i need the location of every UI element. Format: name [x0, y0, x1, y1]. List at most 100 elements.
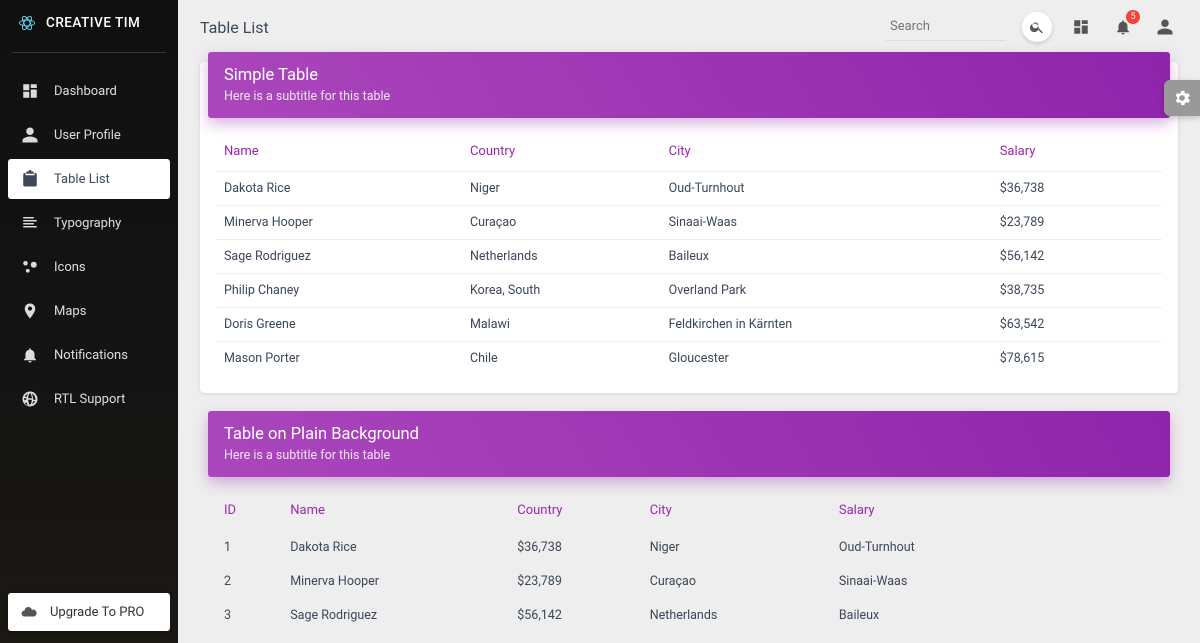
language-icon — [20, 389, 40, 409]
person-icon — [20, 125, 40, 145]
col-name: Name — [282, 491, 509, 531]
bubble-icon — [20, 257, 40, 277]
table-cell: Minerva Hooper — [216, 206, 462, 240]
table-cell: Sinaai-Waas — [661, 206, 992, 240]
col-salary: Salary — [831, 491, 1162, 531]
col-name: Name — [216, 132, 462, 172]
table-cell: Malawi — [462, 308, 661, 342]
search-button[interactable] — [1022, 12, 1052, 42]
table-cell: Korea, South — [462, 274, 661, 308]
sidebar: CREATIVE TIM Dashboard User Profile Tabl… — [0, 0, 178, 643]
col-salary: Salary — [992, 132, 1162, 172]
table-row: Philip ChaneyKorea, SouthOverland Park$3… — [216, 274, 1162, 308]
upgrade-to-pro-button[interactable]: Upgrade To PRO — [8, 593, 170, 631]
notification-badge: 5 — [1126, 10, 1140, 24]
table-row: 3Sage Rodriguez$56,142NetherlandsBaileux — [216, 599, 1162, 633]
brand[interactable]: CREATIVE TIM — [0, 0, 178, 46]
table-cell: $23,789 — [509, 565, 641, 599]
bell-icon — [20, 345, 40, 365]
sidebar-item-label: User Profile — [54, 128, 121, 143]
sidebar-item-label: RTL Support — [54, 392, 125, 407]
table-cell: Sage Rodriguez — [216, 240, 462, 274]
sidebar-item-label: Icons — [54, 260, 86, 275]
sidebar-nav: Dashboard User Profile Table List Typogr… — [0, 63, 178, 427]
sidebar-item-label: Typography — [54, 216, 121, 231]
sidebar-item-label: Table List — [54, 172, 110, 187]
table-cell: Overland Park — [661, 274, 992, 308]
table-row: Mason PorterChileGloucester$78,615 — [216, 342, 1162, 376]
library-icon — [20, 213, 40, 233]
table-cell: $63,542 — [992, 308, 1162, 342]
card-subtitle: Here is a subtitle for this table — [224, 89, 1154, 104]
table-cell: $78,615 — [992, 342, 1162, 376]
sidebar-item-notifications[interactable]: Notifications — [8, 335, 170, 375]
col-country: Country — [509, 491, 641, 531]
sidebar-item-typography[interactable]: Typography — [8, 203, 170, 243]
plain-table: ID Name Country City Salary 1Dakota Rice… — [216, 491, 1162, 632]
sidebar-item-rtl-support[interactable]: RTL Support — [8, 379, 170, 419]
table-cell: Baileux — [831, 599, 1162, 633]
sidebar-item-label: Notifications — [54, 348, 128, 363]
table-cell: Oud-Turnhout — [661, 172, 992, 206]
col-city: City — [642, 491, 831, 531]
simple-table: Name Country City Salary Dakota RiceNige… — [216, 132, 1162, 375]
card-title: Table on Plain Background — [224, 425, 1154, 444]
table-cell: Curaçao — [642, 565, 831, 599]
table-cell: Oud-Turnhout — [831, 531, 1162, 565]
clipboard-icon — [20, 169, 40, 189]
table-cell: Sinaai-Waas — [831, 565, 1162, 599]
table-cell: Dakota Rice — [282, 531, 509, 565]
sidebar-item-label: Maps — [54, 304, 86, 319]
table-cell: Dakota Rice — [216, 172, 462, 206]
table-row: Minerva HooperCuraçaoSinaai-Waas$23,789 — [216, 206, 1162, 240]
table-cell: Gloucester — [661, 342, 992, 376]
table-cell: 1 — [216, 531, 282, 565]
location-icon — [20, 301, 40, 321]
cloud-icon — [20, 603, 38, 621]
search-input[interactable] — [886, 13, 1006, 41]
table-row: 2Minerva Hooper$23,789CuraçaoSinaai-Waas — [216, 565, 1162, 599]
sidebar-item-dashboard[interactable]: Dashboard — [8, 71, 170, 111]
dashboard-icon — [20, 81, 40, 101]
table-cell: Mason Porter — [216, 342, 462, 376]
settings-button[interactable] — [1164, 80, 1200, 116]
table-cell: 2 — [216, 565, 282, 599]
react-logo-icon — [18, 14, 36, 32]
notifications-button[interactable]: 5 — [1110, 14, 1136, 40]
table-cell: 3 — [216, 599, 282, 633]
table-row: 1Dakota Rice$36,738NigerOud-Turnhout — [216, 531, 1162, 565]
card-header: Simple Table Here is a subtitle for this… — [208, 52, 1170, 118]
table-cell: Feldkirchen in Kärnten — [661, 308, 992, 342]
sidebar-item-icons[interactable]: Icons — [8, 247, 170, 287]
table-row: Dakota RiceNigerOud-Turnhout$36,738 — [216, 172, 1162, 206]
table-cell: Doris Greene — [216, 308, 462, 342]
sidebar-item-table-list[interactable]: Table List — [8, 159, 170, 199]
divider — [12, 52, 166, 53]
table-cell: Niger — [642, 531, 831, 565]
sidebar-item-label: Dashboard — [54, 84, 117, 99]
card-subtitle: Here is a subtitle for this table — [224, 448, 1154, 463]
col-country: Country — [462, 132, 661, 172]
plain-table-card: Table on Plain Background Here is a subt… — [200, 421, 1178, 643]
table-row: Doris GreeneMalawiFeldkirchen in Kärnten… — [216, 308, 1162, 342]
table-cell: Curaçao — [462, 206, 661, 240]
table-cell: Baileux — [661, 240, 992, 274]
sidebar-item-maps[interactable]: Maps — [8, 291, 170, 331]
brand-name: CREATIVE TIM — [46, 15, 140, 31]
simple-table-card: Simple Table Here is a subtitle for this… — [200, 62, 1178, 393]
table-cell: Minerva Hooper — [282, 565, 509, 599]
col-city: City — [661, 132, 992, 172]
table-cell: $56,142 — [992, 240, 1162, 274]
table-cell: Netherlands — [462, 240, 661, 274]
content: Simple Table Here is a subtitle for this… — [178, 48, 1200, 643]
dashboard-shortcut-button[interactable] — [1068, 14, 1094, 40]
table-cell: $38,735 — [992, 274, 1162, 308]
upgrade-label: Upgrade To PRO — [50, 605, 144, 620]
card-title: Simple Table — [224, 66, 1154, 85]
sidebar-item-user-profile[interactable]: User Profile — [8, 115, 170, 155]
table-cell: Chile — [462, 342, 661, 376]
page-title: Table List — [200, 18, 269, 37]
table-cell: Sage Rodriguez — [282, 599, 509, 633]
profile-button[interactable] — [1152, 14, 1178, 40]
table-cell: Netherlands — [642, 599, 831, 633]
